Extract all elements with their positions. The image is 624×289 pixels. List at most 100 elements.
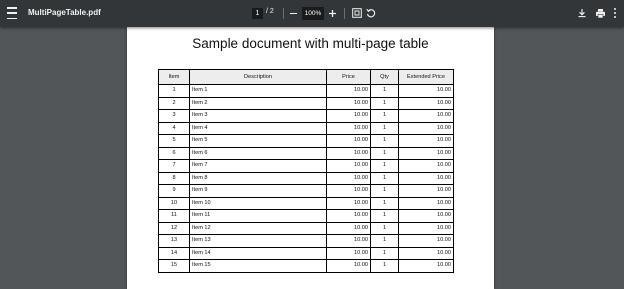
- column-header: Qty: [370, 69, 399, 85]
- table-row: 5 Item 5 10.00 1 10.00: [158, 134, 454, 148]
- cell-description: Item 11: [189, 209, 327, 223]
- rotate-button[interactable]: [365, 7, 376, 18]
- table-body: 1 Item 1 10.00 1 10.00 2 Item 2 10.00 1 10.00 3 Ite…: [158, 84, 454, 273]
- cell-item: 12: [158, 221, 190, 235]
- cell-extended: 10.00: [398, 134, 454, 148]
- cell-qty: 1: [370, 121, 399, 135]
- cell-item: 15: [158, 259, 190, 273]
- cell-item: 9: [158, 184, 190, 198]
- table-row: 13 Item 13 10.00 1 10.00: [158, 234, 454, 248]
- cell-price: 10.00: [326, 184, 371, 198]
- cell-qty: 1: [370, 221, 399, 235]
- table-row: 15 Item 15 10.00 1 10.00: [158, 259, 454, 273]
- rotate-icon: [365, 8, 375, 17]
- total-pages: 2: [269, 8, 274, 15]
- cell-extended: 10.00: [398, 121, 454, 135]
- cell-description: Item 7: [189, 159, 327, 173]
- zoom-out-button[interactable]: [288, 8, 299, 19]
- cell-item: 4: [158, 121, 190, 135]
- cell-description: Item 5: [189, 134, 327, 148]
- cell-price: 10.00: [326, 159, 371, 173]
- print-icon: [595, 8, 605, 18]
- pdf-toolbar: MultiPageTable.pdf 1 / 2 100%: [0, 0, 624, 27]
- table-row: 7 Item 7 10.00 1 10.00: [158, 159, 454, 173]
- cell-description: Item 9: [189, 184, 327, 198]
- cell-qty: 1: [370, 259, 399, 273]
- cell-price: 10.00: [326, 196, 371, 210]
- cell-price: 10.00: [326, 259, 371, 273]
- cell-item: 10: [158, 196, 190, 210]
- fit-to-page-icon: [351, 7, 362, 18]
- table-row: 4 Item 4 10.00 1 10.00: [158, 121, 454, 135]
- cell-extended: 10.00: [398, 209, 454, 223]
- cell-description: Item 10: [189, 196, 327, 210]
- file-title: MultiPageTable.pdf: [28, 8, 101, 17]
- page-number-input[interactable]: 1: [252, 8, 263, 19]
- cell-price: 10.00: [326, 96, 371, 110]
- more-vert-icon[interactable]: [612, 7, 618, 19]
- cell-item: 8: [158, 171, 190, 185]
- cell-description: Item 3: [189, 109, 327, 123]
- column-header: Price: [326, 69, 371, 85]
- table-row: 6 Item 6 10.00 1 10.00: [158, 146, 454, 160]
- cell-item: 7: [158, 159, 190, 173]
- column-header: Description: [189, 69, 327, 85]
- cell-qty: 1: [370, 96, 399, 110]
- cell-item: 6: [158, 146, 190, 160]
- cell-extended: 10.00: [398, 184, 454, 198]
- cell-qty: 1: [370, 171, 399, 185]
- column-header: Item: [158, 69, 190, 85]
- plus-icon: [329, 10, 336, 17]
- download-button[interactable]: [576, 7, 587, 18]
- download-icon: [578, 8, 585, 17]
- cell-extended: 10.00: [398, 146, 454, 160]
- document-title: Sample document with multi-page table: [192, 36, 429, 51]
- print-button[interactable]: [594, 7, 606, 19]
- zoom-input[interactable]: 100%: [302, 7, 324, 20]
- cell-qty: 1: [370, 196, 399, 210]
- menu-icon[interactable]: [6, 7, 18, 19]
- cell-price: 10.00: [326, 84, 371, 98]
- table-row: 8 Item 8 10.00 1 10.00: [158, 171, 454, 185]
- cell-extended: 10.00: [398, 84, 454, 98]
- cell-extended: 10.00: [398, 259, 454, 273]
- page-count: / 2: [266, 8, 274, 15]
- cell-price: 10.00: [326, 146, 371, 160]
- cell-description: Item 15: [189, 259, 327, 273]
- items-table: Item Description Price Qty Extended Price 1I…: [158, 69, 454, 273]
- cell-price: 10.00: [326, 171, 371, 185]
- page-separator: /: [266, 8, 268, 15]
- toolbar-divider: [283, 8, 284, 19]
- cell-item: 11: [158, 209, 190, 223]
- toolbar-divider: [344, 8, 345, 19]
- cell-extended: 10.00: [398, 196, 454, 210]
- cell-description: Item 8: [189, 171, 327, 185]
- cell-price: 10.00: [326, 246, 371, 260]
- cell-price: 10.00: [326, 234, 371, 248]
- cell-item: 2: [158, 96, 190, 110]
- cell-extended: 10.00: [398, 234, 454, 248]
- fit-to-page-button[interactable]: [351, 7, 362, 18]
- table-row: 1 Item 1 10.00 1 10.00: [158, 84, 454, 98]
- table-row: 11 Item 11 10.00 1 10.00: [158, 209, 454, 223]
- cell-price: 10.00: [326, 209, 371, 223]
- cell-price: 10.00: [326, 134, 371, 148]
- cell-item: 13: [158, 234, 190, 248]
- cell-qty: 1: [370, 234, 399, 248]
- cell-price: 10.00: [326, 221, 371, 235]
- cell-extended: 10.00: [398, 109, 454, 123]
- table-row: 9 Item 9 10.00 1 10.00: [158, 184, 454, 198]
- cell-extended: 10.00: [398, 96, 454, 110]
- pdf-page: Sample document with multi-page table It…: [127, 27, 494, 289]
- table-row: 12 Item 12 10.00 1 10.00: [158, 221, 454, 235]
- zoom-in-button[interactable]: [327, 8, 338, 19]
- table-row: 2 Item 2 10.00 1 10.00: [158, 96, 454, 110]
- cell-price: 10.00: [326, 121, 371, 135]
- minus-icon: [290, 12, 297, 15]
- table-row: 10 Item 10 10.00 1 10.00: [158, 196, 454, 210]
- cell-item: 1: [158, 84, 190, 98]
- cell-qty: 1: [370, 84, 399, 98]
- cell-qty: 1: [370, 184, 399, 198]
- cell-description: Item 14: [189, 246, 327, 260]
- cell-description: Item 2: [189, 96, 327, 110]
